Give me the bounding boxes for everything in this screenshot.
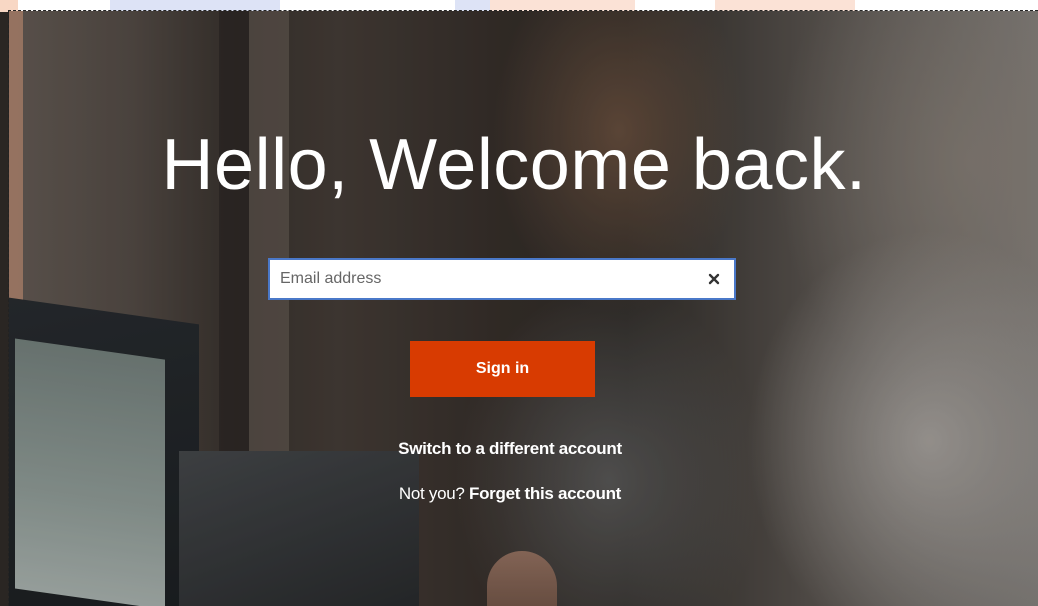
hero-section: Hello, Welcome back. Sign in Switch to a… — [8, 10, 1038, 606]
email-field[interactable] — [268, 258, 736, 300]
email-input[interactable] — [270, 260, 700, 298]
forget-account-row: Not you? Forget this account — [9, 484, 1011, 504]
page-title: Hello, Welcome back. — [161, 125, 867, 205]
not-you-text: Not you? — [398, 484, 465, 503]
forget-account-link[interactable]: Forget this account — [469, 484, 621, 503]
sign-in-button[interactable]: Sign in — [410, 341, 595, 397]
switch-account-link[interactable]: Switch to a different account — [9, 439, 1011, 459]
photo-overlay — [9, 11, 1038, 606]
close-icon[interactable] — [702, 267, 726, 291]
